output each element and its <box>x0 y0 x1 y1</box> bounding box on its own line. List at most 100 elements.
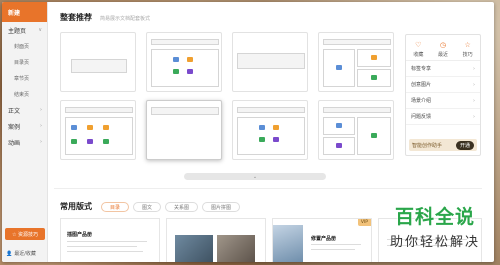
sidebar: 新建 主题页 ∨ 封面页 目录页 章节页 结束页 正文 › 案例 › 动画 › … <box>2 2 48 262</box>
layout-thumbnail[interactable] <box>232 100 308 160</box>
chart-icon <box>103 125 109 130</box>
placeholder-box <box>237 117 305 155</box>
image-icon <box>173 57 179 62</box>
chevron-right-icon: › <box>40 107 42 113</box>
video-icon <box>273 137 279 142</box>
row-label: 问题反馈 <box>411 114 432 120</box>
sidebar-category-body[interactable]: 正文 › <box>2 102 47 118</box>
preview-image <box>175 235 213 262</box>
sidebar-category-animation[interactable]: 动画 › <box>2 134 47 150</box>
sidebar-item-chapter[interactable]: 章节页 <box>2 70 47 86</box>
layout-card[interactable] <box>166 218 266 262</box>
card-title: 插图产品册 <box>67 232 93 238</box>
sidebar-category-case[interactable]: 案例 › <box>2 118 47 134</box>
placeholder-box <box>151 39 219 45</box>
watermark-title: 百科全说 <box>394 206 475 228</box>
recent-favorites-link[interactable]: 👤 最近/收藏 <box>6 250 36 258</box>
placeholder-box <box>151 107 219 115</box>
preview-image <box>273 225 303 262</box>
sidebar-category-label: 案例 <box>8 123 21 131</box>
star-icon: ☆ <box>464 41 471 49</box>
table-icon <box>259 137 265 142</box>
quick-panel: ♡ 收藏 ◷ 最近 ☆ 技巧 标签专享 › 创意图片 › 场景介绍 › 问题反馈… <box>405 34 481 156</box>
image-icon <box>336 65 342 70</box>
tab-image-text[interactable]: 图文 <box>133 202 162 212</box>
activate-button[interactable]: 开通 <box>455 140 474 150</box>
section-title-recommended: 整套推荐 <box>60 13 92 22</box>
favorites-button[interactable]: ♡ 收藏 <box>413 41 423 60</box>
table-icon <box>173 69 179 74</box>
placeholder-box <box>323 39 391 45</box>
heart-icon: ♡ <box>415 41 422 49</box>
section-subtitle: 简易展示文档配套板式 <box>100 16 151 22</box>
text-line <box>67 251 143 252</box>
placeholder-box <box>237 107 305 113</box>
image-icon <box>259 125 265 130</box>
preview-image <box>217 235 255 262</box>
expand-more-button[interactable]: ⌄ <box>184 173 326 180</box>
sidebar-category-label: 正文 <box>8 107 21 115</box>
layout-thumbnail-selected[interactable] <box>146 100 222 160</box>
table-icon <box>103 139 109 144</box>
sidebar-item-toc[interactable]: 目录页 <box>2 54 47 70</box>
vip-badge: VIP <box>357 219 371 226</box>
sidebar-category-label: 主题页 <box>8 27 27 35</box>
placeholder-box <box>65 107 133 113</box>
card-title: 修置产品册 <box>311 236 337 242</box>
layout-thumbnail[interactable] <box>60 32 136 92</box>
tab-image-collage[interactable]: 图片拼图 <box>202 202 241 212</box>
video-icon <box>336 143 342 148</box>
icon-label: 技巧 <box>462 52 473 58</box>
layout-thumbnail[interactable] <box>318 32 394 92</box>
row-label: 场景介绍 <box>411 98 432 104</box>
panel-row-scene-intro[interactable]: 场景介绍 › <box>406 93 480 109</box>
placeholder-box <box>237 53 305 69</box>
recent-favorites-label: 最近/收藏 <box>14 251 36 257</box>
chart-icon <box>273 125 279 130</box>
text-line <box>311 244 361 245</box>
sidebar-category-label: 动画 <box>8 139 21 147</box>
sidebar-item-cover[interactable]: 封面页 <box>2 38 47 54</box>
table-icon <box>71 139 77 144</box>
panel-row-creative-images[interactable]: 创意图片 › <box>406 77 480 93</box>
resource-tips-button[interactable]: ☆ 资源技巧 <box>5 228 45 240</box>
chevron-down-icon: ⌄ <box>252 173 258 180</box>
sidebar-category-theme[interactable]: 主题页 ∨ <box>2 22 47 38</box>
chevron-right-icon: › <box>40 139 42 145</box>
layout-thumbnail[interactable] <box>60 100 136 160</box>
text-line <box>311 249 355 250</box>
layout-card-vip[interactable]: VIP 修置产品册 <box>272 218 372 262</box>
quick-icons-row: ♡ 收藏 ◷ 最近 ☆ 技巧 <box>406 35 480 61</box>
ai-assistant-label: 智能创作助手 <box>412 142 443 149</box>
panel-row-tag-exclusive[interactable]: 标签专享 › <box>406 61 480 77</box>
ai-assistant-banner[interactable]: 智能创作助手 开通 <box>409 139 477 151</box>
tab-toc[interactable]: 目录 <box>101 202 130 212</box>
row-label: 标签专享 <box>411 66 432 72</box>
tips-button[interactable]: ☆ 技巧 <box>463 41 473 60</box>
chevron-right-icon: › <box>40 123 42 129</box>
placeholder-box <box>151 49 219 87</box>
sidebar-item-ending[interactable]: 结束页 <box>2 86 47 102</box>
chevron-right-icon: › <box>473 97 475 104</box>
chart-icon <box>371 55 377 60</box>
layout-thumbnail[interactable] <box>146 32 222 92</box>
table-icon <box>371 133 377 138</box>
placeholder-box <box>65 117 133 155</box>
video-icon <box>187 69 193 74</box>
layout-thumbnail[interactable] <box>318 100 394 160</box>
panel-row-feedback[interactable]: 问题反馈 › <box>406 109 480 125</box>
layout-thumbnail[interactable] <box>232 32 308 92</box>
watermark-slogan: 助你轻松解决 <box>389 235 480 250</box>
section-divider <box>54 188 482 189</box>
recent-button[interactable]: ◷ 最近 <box>438 41 448 60</box>
chevron-down-icon: ∨ <box>38 27 42 33</box>
row-label: 创意图片 <box>411 82 432 88</box>
tab-relationship[interactable]: 关系图 <box>165 202 199 212</box>
icon-label: 收藏 <box>413 52 424 58</box>
chart-icon <box>87 125 93 130</box>
layout-card[interactable]: 插图产品册 <box>60 218 160 262</box>
user-icon: 👤 <box>6 250 13 257</box>
new-button[interactable]: 新建 <box>2 2 47 22</box>
chevron-right-icon: › <box>473 65 475 72</box>
icon-label: 最近 <box>437 52 448 58</box>
